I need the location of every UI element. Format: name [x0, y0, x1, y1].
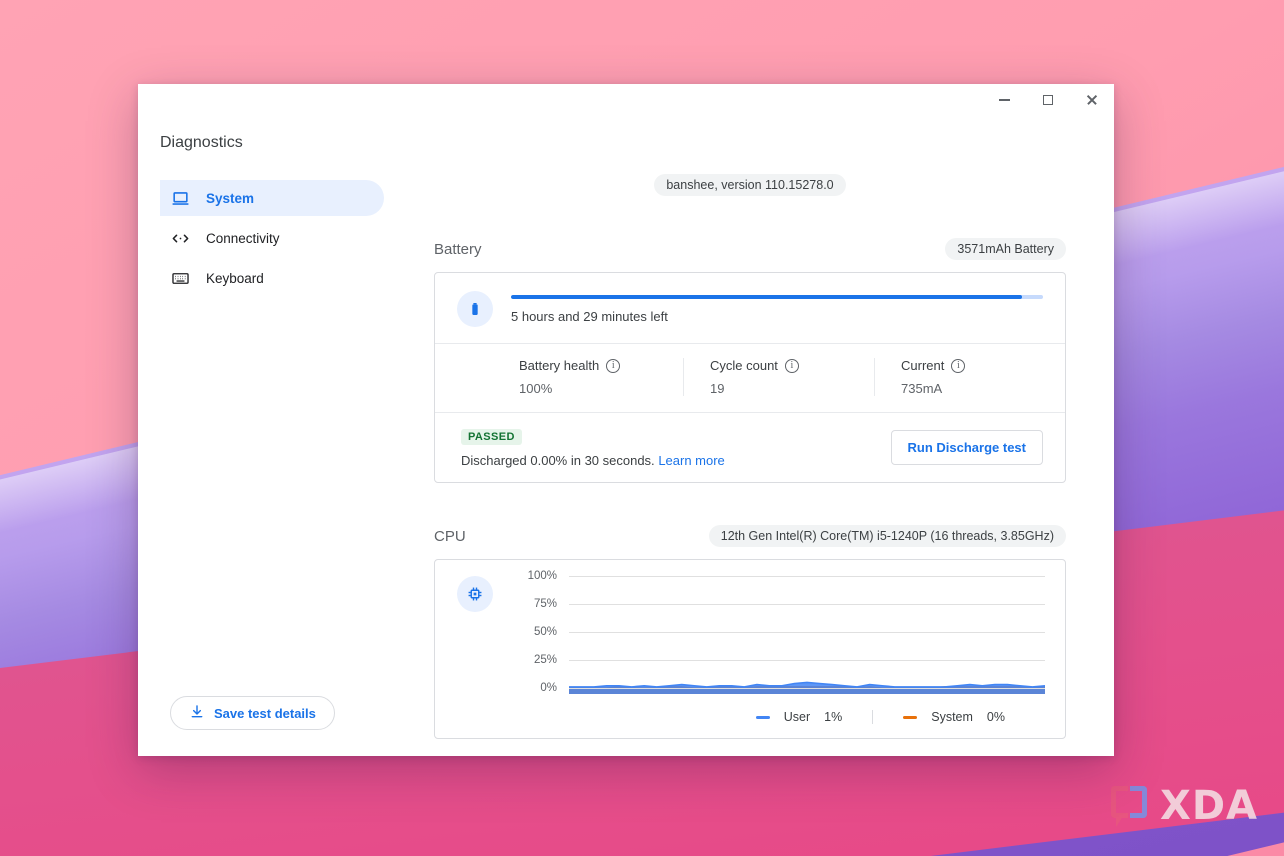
chart-gridline [569, 688, 1045, 689]
info-icon[interactable]: i [606, 358, 621, 373]
battery-time-remaining: 5 hours and 29 minutes left [511, 309, 668, 324]
battery-test-row: PASSED Discharged 0.00% in 30 seconds. L… [435, 412, 1065, 482]
legend-swatch [755, 715, 770, 719]
learn-more-link[interactable]: Learn more [658, 453, 724, 468]
close-icon [1086, 94, 1098, 106]
maximize-button[interactable] [1026, 84, 1070, 116]
version-chip: banshee, version 110.15278.0 [654, 174, 846, 196]
stat-cycle-count: Cycle count i 19 [683, 358, 874, 396]
stat-label-text: Battery health [519, 358, 600, 373]
legend-label: System [931, 710, 973, 724]
laptop-icon [170, 188, 190, 208]
battery-capacity-chip: 3571mAh Battery [945, 238, 1066, 260]
chart-legend: User 1% System 0% [511, 710, 1045, 724]
maximize-icon [1043, 95, 1053, 105]
stat-value: 735mA [901, 381, 943, 396]
cpu-model-chip: 12th Gen Intel(R) Core(TM) i5-1240P (16 … [708, 525, 1066, 547]
stat-label-wrap: Current i [901, 358, 1065, 373]
sidebar-item-label: Connectivity [206, 230, 280, 246]
battery-section-header: Battery 3571mAh Battery [434, 238, 1066, 260]
chart-y-axis: 0% 25% 50% 75% 100% [511, 570, 563, 694]
battery-section-title: Battery [434, 240, 482, 258]
save-test-details-label: Save test details [214, 705, 316, 721]
stat-label-wrap: Battery health i [519, 358, 683, 373]
battery-charge-row: 5 hours and 29 minutes left [435, 273, 1065, 343]
keyboard-icon [170, 268, 190, 288]
cpu-chart-wrapper: 0% 25% 50% 75% 100% User 1% System 0% [511, 570, 1045, 724]
connectivity-icon [170, 228, 190, 248]
chart-gridline [569, 660, 1045, 661]
battery-meter: 5 hours and 29 minutes left [511, 291, 1043, 324]
legend-value: 0% [986, 710, 1005, 724]
chart-gridline [569, 604, 1045, 605]
main-content: banshee, version 110.15278.0 Battery 357… [398, 152, 1114, 756]
battery-icon [457, 291, 493, 327]
stat-battery-health: Battery health i 100% [435, 358, 683, 396]
chart-gridline [569, 632, 1045, 633]
xda-watermark-text: XDA [1160, 783, 1258, 829]
legend-label: User [783, 710, 811, 724]
sidebar-item-system[interactable]: System [160, 180, 384, 216]
discharge-result-sentence: Discharged 0.00% in 30 seconds. [461, 453, 655, 468]
stat-value: 100% [519, 381, 553, 396]
page-title: Diagnostics [160, 134, 243, 151]
cpu-usage-chart: 0% 25% 50% 75% 100% [511, 570, 1045, 694]
chart-y-tick: 0% [540, 682, 557, 694]
battery-stats-row: Battery health i 100% Cycle count i 19 C… [435, 343, 1065, 412]
chart-y-tick: 75% [533, 598, 557, 610]
version-chip-row: banshee, version 110.15278.0 [434, 152, 1066, 196]
battery-progress-fill [511, 295, 1022, 299]
xda-bubble-icon [1111, 786, 1151, 827]
save-test-details-button[interactable]: Save test details [170, 696, 335, 730]
sidebar-item-label: System [206, 190, 255, 206]
chart-y-tick: 50% [533, 626, 557, 638]
cpu-section-title: CPU [434, 527, 466, 545]
close-button[interactable] [1070, 84, 1114, 116]
stat-label-wrap: Cycle count i [710, 358, 874, 373]
info-icon[interactable]: i [784, 358, 799, 373]
download-icon [189, 704, 205, 723]
battery-test-result: PASSED Discharged 0.00% in 30 seconds. L… [461, 427, 725, 468]
xda-watermark: XDA [1111, 783, 1258, 829]
stat-value: 19 [710, 381, 725, 396]
discharge-result-text: Discharged 0.00% in 30 seconds. Learn mo… [461, 453, 725, 468]
battery-progress-track [511, 295, 1043, 299]
chart-series-svg [569, 576, 1045, 694]
stat-label-text: Current [901, 358, 945, 373]
minimize-icon [998, 99, 1010, 101]
cpu-chip-icon [457, 576, 493, 612]
chart-y-tick: 100% [527, 570, 557, 582]
legend-item-user: User 1% [726, 710, 872, 724]
cpu-card: 0% 25% 50% 75% 100% User 1% System 0% [434, 559, 1066, 739]
battery-card: 5 hours and 29 minutes left Battery heal… [434, 272, 1066, 483]
chart-y-tick: 25% [533, 654, 557, 666]
diagnostics-window: Diagnostics System Connectivity Keyboard… [138, 84, 1114, 756]
run-discharge-test-button[interactable]: Run Discharge test [890, 430, 1043, 465]
stat-label-text: Cycle count [710, 358, 778, 373]
sidebar-item-keyboard[interactable]: Keyboard [160, 260, 384, 296]
chart-gridline [569, 576, 1045, 577]
legend-swatch [903, 715, 918, 719]
stat-current: Current i 735mA [874, 358, 1065, 396]
sidebar-item-label: Keyboard [206, 270, 264, 286]
sidebar-item-connectivity[interactable]: Connectivity [160, 220, 384, 256]
legend-value: 1% [824, 710, 843, 724]
window-titlebar [138, 84, 1114, 116]
status-badge: PASSED [461, 429, 522, 445]
chart-plot-area [569, 576, 1045, 694]
cpu-section-header: CPU 12th Gen Intel(R) Core(TM) i5-1240P … [434, 525, 1066, 547]
legend-item-system: System 0% [872, 710, 1035, 724]
cpu-card-inner: 0% 25% 50% 75% 100% User 1% System 0% [457, 570, 1045, 724]
app-body: System Connectivity Keyboard Save test d… [138, 152, 1114, 756]
info-icon[interactable]: i [951, 358, 966, 373]
sidebar: System Connectivity Keyboard Save test d… [138, 152, 398, 756]
minimize-button[interactable] [982, 84, 1026, 116]
